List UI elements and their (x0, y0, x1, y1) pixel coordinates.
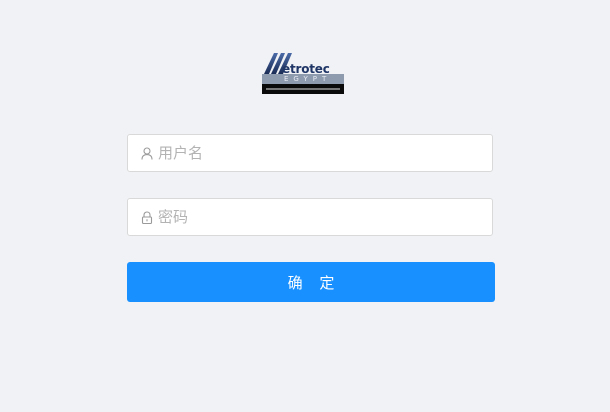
lock-icon (141, 210, 153, 224)
password-input[interactable] (158, 208, 478, 226)
metrotec-logo: etrotec EGYPT (262, 49, 344, 94)
arabic-text-strip (266, 88, 340, 90)
username-field[interactable] (127, 134, 493, 172)
logo-wordmark: etrotec (282, 62, 330, 76)
username-input[interactable] (158, 144, 478, 162)
logo-tagline: EGYPT (284, 75, 332, 83)
confirm-button[interactable]: 确 定 (127, 262, 495, 302)
login-page: etrotec EGYPT 确 定 (0, 0, 610, 412)
password-field[interactable] (127, 198, 493, 236)
user-icon (141, 146, 153, 160)
